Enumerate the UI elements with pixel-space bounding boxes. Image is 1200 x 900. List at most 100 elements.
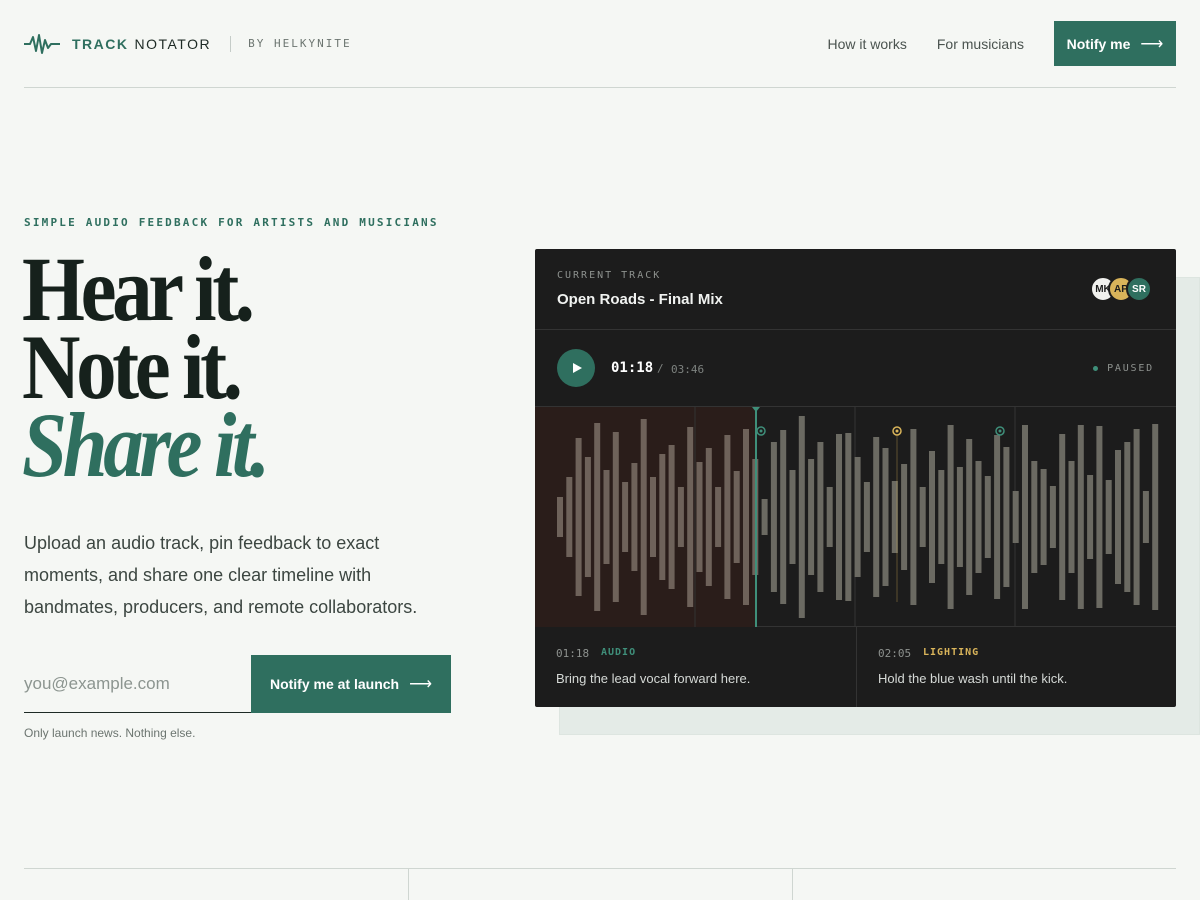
waveform-bar bbox=[854, 457, 861, 577]
email-input[interactable] bbox=[24, 655, 251, 713]
waveform-bar bbox=[1003, 447, 1010, 587]
waveform-bar bbox=[1040, 469, 1047, 565]
note-time: 02:05 bbox=[878, 647, 912, 660]
track-player: CURRENT TRACK Open Roads - Final Mix MK A… bbox=[535, 249, 1176, 707]
waveform-bar bbox=[929, 451, 935, 583]
waveform-bar bbox=[956, 467, 963, 567]
notify-me-label: Notify me bbox=[1066, 35, 1131, 52]
waveform-bar bbox=[603, 470, 610, 564]
waveform-bar bbox=[994, 435, 1001, 599]
nav-links: How it works For musicians Notify me ⟶ bbox=[828, 21, 1176, 66]
play-button[interactable] bbox=[557, 349, 595, 387]
nav-link-how-it-works[interactable]: How it works bbox=[828, 36, 907, 52]
waveform-bar bbox=[863, 482, 870, 552]
feedback-notes: 01:18 AUDIO Bring the lead vocal forward… bbox=[535, 627, 1176, 707]
waveform-bar bbox=[584, 457, 591, 577]
waveform-bar bbox=[845, 433, 852, 601]
waveform-bar bbox=[975, 461, 982, 573]
waveform-bar bbox=[984, 476, 991, 558]
arrow-right-icon: ⟶ bbox=[1140, 35, 1164, 53]
waveform-bar bbox=[882, 448, 889, 586]
notify-me-button[interactable]: Notify me ⟶ bbox=[1054, 21, 1176, 66]
waveform-bar bbox=[1059, 434, 1066, 600]
track-title: Open Roads - Final Mix bbox=[557, 291, 723, 308]
waveform-bar bbox=[789, 470, 796, 564]
waveform-bar bbox=[687, 427, 694, 607]
collaborator-avatars: MK AP SR bbox=[1090, 276, 1152, 302]
brand-byline: BY HELKYNITE bbox=[248, 37, 352, 50]
note-time: 01:18 bbox=[556, 647, 590, 660]
headline-line-3: Share it. bbox=[22, 394, 270, 496]
avatar: SR bbox=[1126, 276, 1152, 302]
waveform-bar bbox=[910, 429, 917, 605]
waveform-bar bbox=[770, 442, 777, 592]
audio-pin-icon-dot bbox=[759, 429, 763, 433]
signup-form: Notify me at launch ⟶ bbox=[24, 655, 451, 713]
status-label: PAUSED bbox=[1107, 363, 1154, 374]
waveform-bar bbox=[566, 477, 573, 557]
waveform-bar bbox=[798, 416, 805, 618]
waveform-bar bbox=[1133, 429, 1140, 605]
waveform-bar bbox=[1012, 491, 1019, 543]
waveform-bar bbox=[1142, 491, 1149, 543]
waveform-bar bbox=[836, 434, 842, 600]
waveform-bar bbox=[594, 423, 601, 611]
waveform-bar bbox=[1022, 425, 1028, 609]
current-track-label: CURRENT TRACK bbox=[557, 270, 662, 281]
note-tag: LIGHTING bbox=[923, 647, 980, 658]
waveform-bar bbox=[557, 497, 563, 537]
waveform-bar bbox=[808, 459, 815, 575]
brand-name-notator: NOTATOR bbox=[134, 35, 212, 52]
note-tag: AUDIO bbox=[601, 647, 637, 658]
arrow-right-icon: ⟶ bbox=[409, 676, 433, 693]
waveform-icon bbox=[24, 33, 60, 54]
waveform-bar bbox=[1096, 426, 1103, 608]
waveform-bar bbox=[640, 419, 647, 615]
waveform-bar bbox=[575, 438, 582, 596]
playback-status: PAUSED bbox=[1093, 363, 1154, 374]
nav-link-for-musicians[interactable]: For musicians bbox=[937, 36, 1024, 52]
waveform-bar bbox=[677, 487, 684, 547]
waveform-bar bbox=[696, 462, 703, 572]
notify-launch-label: Notify me at launch bbox=[269, 676, 400, 692]
waveform-bar bbox=[761, 499, 768, 535]
signup-fineprint: Only launch news. Nothing else. bbox=[24, 726, 196, 740]
waveform-timeline[interactable] bbox=[535, 407, 1176, 627]
waveform-bar bbox=[650, 477, 656, 557]
total-time: 03:46 bbox=[671, 363, 705, 376]
waveform-bar bbox=[947, 425, 954, 609]
waveform-bar bbox=[743, 429, 749, 605]
waveform-bar bbox=[715, 487, 722, 547]
note-text: Hold the blue wash until the kick. bbox=[878, 671, 1068, 686]
waveform-bar bbox=[966, 439, 973, 595]
waveform-bar bbox=[780, 430, 787, 604]
waveform-bar bbox=[1049, 486, 1056, 548]
brand-name-track: TRACK bbox=[72, 35, 129, 52]
waveform-bar bbox=[1124, 442, 1131, 592]
waveform-bar bbox=[919, 487, 926, 547]
waveform-bar bbox=[1068, 461, 1075, 573]
feedback-note[interactable]: 01:18 AUDIO Bring the lead vocal forward… bbox=[535, 627, 856, 707]
top-nav: TRACK NOTATOR BY HELKYNITE How it works … bbox=[24, 0, 1176, 88]
status-dot-icon bbox=[1093, 366, 1099, 371]
waveform-bar bbox=[1077, 425, 1084, 609]
waveform-bar bbox=[733, 471, 740, 563]
waveform-bar bbox=[622, 482, 629, 552]
feedback-note[interactable]: 02:05 LIGHTING Hold the blue wash until … bbox=[856, 627, 1176, 707]
note-text: Bring the lead vocal forward here. bbox=[556, 671, 751, 686]
brand-logo[interactable]: TRACK NOTATOR BY HELKYNITE bbox=[24, 32, 352, 56]
brand-divider bbox=[230, 35, 232, 52]
notify-launch-button[interactable]: Notify me at launch ⟶ bbox=[251, 655, 451, 713]
waveform-bar bbox=[705, 448, 712, 586]
waveform-bar bbox=[1152, 424, 1159, 610]
player-header: CURRENT TRACK Open Roads - Final Mix MK A… bbox=[535, 249, 1176, 330]
feature-divider bbox=[408, 869, 409, 900]
feature-divider bbox=[792, 869, 793, 900]
waveform-bar bbox=[1105, 480, 1112, 554]
waveform-bar bbox=[817, 442, 824, 592]
waveform-bar bbox=[873, 437, 880, 597]
waveform-bar bbox=[612, 432, 619, 602]
player-controls: 01:18 / 03:46 PAUSED bbox=[535, 330, 1176, 407]
waveform-graphic[interactable] bbox=[535, 407, 1176, 627]
hero-subcopy: Upload an audio track, pin feedback to e… bbox=[24, 533, 418, 617]
